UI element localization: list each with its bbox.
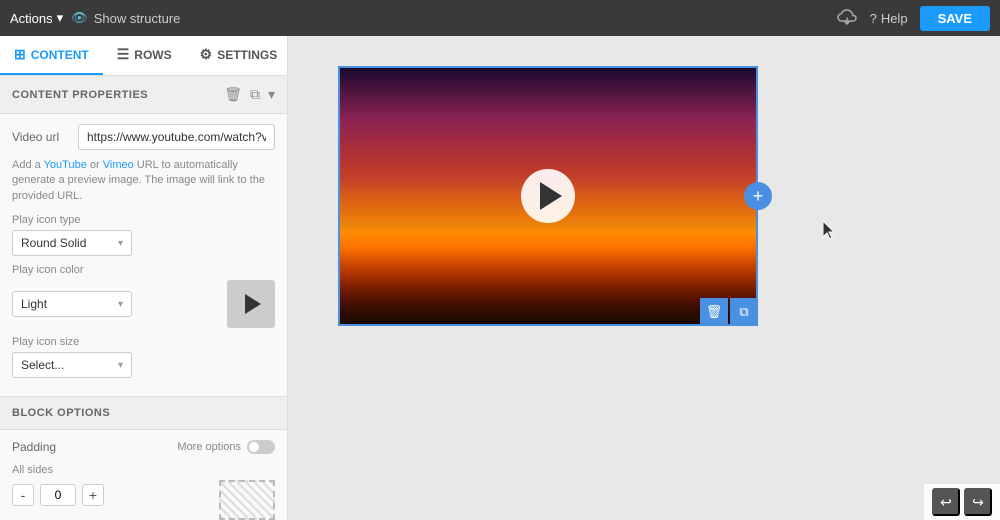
chevron-down-icon: ▾: [57, 10, 64, 26]
left-panel: ⊞ CONTENT ☰ ROWS ⚙ SETTINGS CONTENT PROP…: [0, 36, 288, 520]
top-bar-right: ? Help SAVE: [836, 6, 990, 31]
video-block[interactable]: + 🗑 ⧉: [338, 66, 758, 326]
stepper-value-input[interactable]: [40, 484, 76, 506]
play-icon-color-value: Light: [21, 297, 47, 311]
redo-icon: ↪: [972, 494, 984, 511]
eye-icon: 👁: [71, 10, 88, 26]
chevron-down-icon: ▾: [118, 238, 123, 249]
stepper-plus-button[interactable]: +: [82, 484, 104, 506]
question-icon: ?: [870, 11, 877, 26]
main-layout: ⊞ CONTENT ☰ ROWS ⚙ SETTINGS CONTENT PROP…: [0, 36, 1000, 520]
padding-label: Padding: [12, 440, 56, 454]
play-icon-size-label: Play icon size: [12, 336, 275, 348]
actions-button[interactable]: Actions ▾: [10, 10, 63, 26]
video-url-input[interactable]: [78, 124, 275, 150]
hint-text: Add a YouTube or Vimeo URL to automatica…: [12, 158, 275, 204]
play-icon-size-select[interactable]: Select... ▾: [12, 352, 132, 378]
all-sides-label: All sides: [12, 464, 275, 476]
undo-icon: ↩: [940, 494, 952, 511]
tab-rows-label: ROWS: [134, 48, 171, 62]
play-icon-color-row: Light ▾: [12, 280, 275, 328]
more-options-label: More options: [177, 441, 241, 453]
play-icon-color-select[interactable]: Light ▾: [12, 291, 132, 317]
show-structure-label: Show structure: [94, 11, 181, 26]
rows-tab-icon: ☰: [117, 46, 130, 63]
more-options-toggle[interactable]: [247, 440, 275, 454]
actions-label: Actions: [10, 11, 53, 26]
stepper-minus-button[interactable]: -: [12, 484, 34, 506]
content-tab-icon: ⊞: [14, 46, 26, 63]
panel-content: CONTENT PROPERTIES 🗑 ⧉ ▾ Video url Add a…: [0, 76, 287, 520]
block-options-content: Padding More options All sides - +: [0, 430, 287, 520]
video-url-label: Video url: [12, 130, 70, 144]
collapse-button[interactable]: ▾: [268, 86, 275, 103]
video-url-row: Video url: [12, 124, 275, 150]
video-add-button[interactable]: +: [744, 182, 772, 210]
bottom-bar: ↩ ↪: [924, 484, 1000, 520]
top-bar: Actions ▾ 👁 Show structure ? Help SAVE: [0, 0, 1000, 36]
video-delete-button[interactable]: 🗑: [700, 298, 728, 326]
content-properties-form: Video url Add a YouTube or Vimeo URL to …: [0, 114, 287, 396]
tab-rows[interactable]: ☰ ROWS: [103, 36, 186, 75]
cloud-upload-button[interactable]: [836, 9, 858, 28]
play-triangle-icon: [245, 294, 261, 314]
tabs-container: ⊞ CONTENT ☰ ROWS ⚙ SETTINGS: [0, 36, 287, 76]
copy-button[interactable]: ⧉: [250, 86, 260, 103]
redo-button[interactable]: ↪: [964, 488, 992, 516]
vimeo-link[interactable]: Vimeo: [103, 159, 134, 171]
more-options-row: More options: [177, 440, 275, 454]
video-actions: 🗑 ⧉: [700, 298, 758, 326]
play-arrow-icon: [540, 182, 562, 210]
padding-row: Padding More options: [12, 440, 275, 454]
play-icon-size-value: Select...: [21, 358, 64, 372]
block-options-title: BLOCK OPTIONS: [12, 407, 110, 419]
tab-settings[interactable]: ⚙ SETTINGS: [186, 36, 288, 75]
padding-visual: [219, 480, 275, 520]
play-icon-type-label: Play icon type: [12, 214, 275, 226]
delete-button[interactable]: 🗑: [224, 86, 242, 103]
play-icon-type-select[interactable]: Round Solid ▾: [12, 230, 132, 256]
top-bar-left: Actions ▾ 👁 Show structure: [10, 10, 180, 26]
tab-settings-label: SETTINGS: [217, 48, 277, 62]
help-button[interactable]: ? Help: [870, 11, 908, 26]
settings-tab-icon: ⚙: [200, 46, 213, 63]
video-copy-button[interactable]: ⧉: [730, 298, 758, 326]
padding-visual-inner: [219, 480, 275, 520]
section-header-actions: 🗑 ⧉ ▾: [224, 86, 275, 103]
save-button[interactable]: SAVE: [920, 6, 990, 31]
show-structure-button[interactable]: 👁 Show structure: [71, 10, 180, 26]
content-properties-header: CONTENT PROPERTIES 🗑 ⧉ ▾: [0, 76, 287, 114]
chevron-down-icon: ▾: [118, 299, 123, 310]
play-button-overlay[interactable]: [521, 169, 575, 223]
cursor: [823, 221, 837, 244]
play-icon-type-value: Round Solid: [21, 236, 86, 250]
block-options-header: BLOCK OPTIONS: [0, 396, 287, 430]
play-icon-preview: [227, 280, 275, 328]
tab-content[interactable]: ⊞ CONTENT: [0, 36, 103, 75]
help-label: Help: [881, 11, 908, 26]
canvas[interactable]: + 🗑 ⧉ ↩ ↪: [288, 36, 1000, 520]
chevron-down-icon: ▾: [118, 360, 123, 371]
play-icon-type-row: Round Solid ▾: [12, 230, 275, 256]
padding-stepper: - +: [12, 484, 104, 506]
content-properties-title: CONTENT PROPERTIES: [12, 89, 148, 101]
play-icon-color-label: Play icon color: [12, 264, 275, 276]
tab-content-label: CONTENT: [31, 48, 89, 62]
toggle-knob: [249, 442, 259, 452]
canvas-inner: + 🗑 ⧉ ↩ ↪: [288, 36, 1000, 520]
undo-button[interactable]: ↩: [932, 488, 960, 516]
play-icon-size-row: Select... ▾: [12, 352, 275, 378]
youtube-link[interactable]: YouTube: [44, 159, 87, 171]
